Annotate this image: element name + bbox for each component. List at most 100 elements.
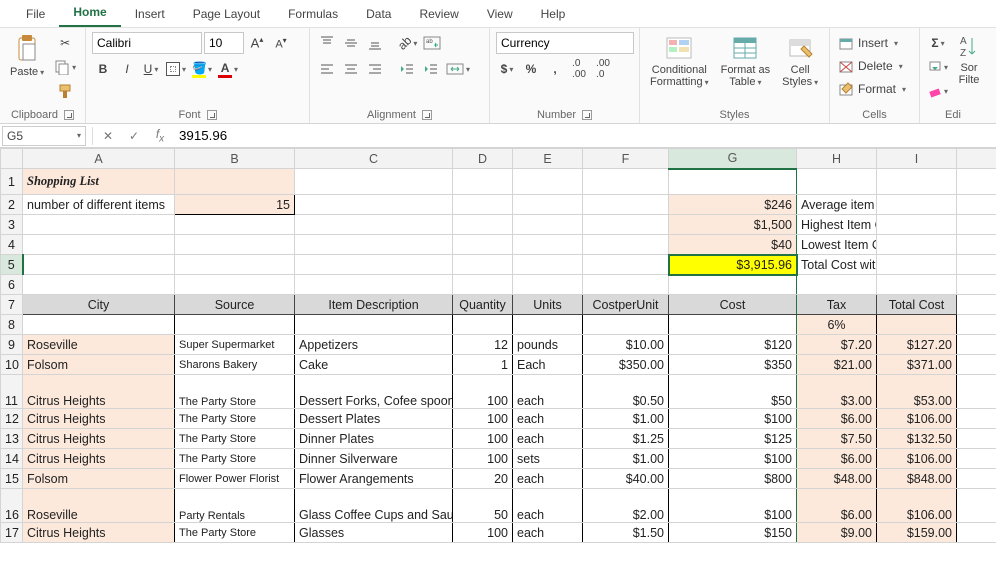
cell[interactable]: $7.20	[797, 335, 877, 355]
cell[interactable]: $159.00	[877, 523, 957, 543]
row-header[interactable]: 3	[1, 215, 23, 235]
cell[interactable]: $1.00	[583, 449, 669, 469]
cut-button[interactable]: ✂	[52, 32, 78, 54]
cell[interactable]: $106.00	[877, 409, 957, 429]
cell-h5[interactable]: Total Cost with Tax	[797, 255, 877, 275]
number-format-select[interactable]	[496, 32, 634, 54]
cell[interactable]: Citrus Heights	[23, 429, 175, 449]
cell[interactable]: $1.25	[583, 429, 669, 449]
percent-format-button[interactable]: %	[520, 58, 542, 80]
row-header[interactable]: 7	[1, 295, 23, 315]
tab-help[interactable]: Help	[527, 1, 580, 27]
cell[interactable]: $1.50	[583, 523, 669, 543]
formula-input[interactable]	[173, 126, 996, 146]
cell[interactable]: each	[513, 489, 583, 523]
cell[interactable]: 1	[453, 355, 513, 375]
cell[interactable]: $106.00	[877, 449, 957, 469]
row-header[interactable]: 2	[1, 195, 23, 215]
tab-insert[interactable]: Insert	[121, 1, 179, 27]
cell[interactable]: Roseville	[23, 335, 175, 355]
tab-review[interactable]: Review	[405, 1, 472, 27]
table-header-cost[interactable]: Cost	[669, 295, 797, 315]
cell[interactable]: each	[513, 375, 583, 409]
tab-view[interactable]: View	[473, 1, 527, 27]
cell[interactable]: Dessert Forks, Cofee spoons	[295, 375, 453, 409]
cell[interactable]: $132.50	[877, 429, 957, 449]
delete-cells-button[interactable]: Delete▾	[836, 55, 905, 77]
format-painter-button[interactable]	[52, 80, 78, 102]
row-header[interactable]: 12	[1, 409, 23, 429]
fx-button[interactable]: fx	[147, 127, 173, 144]
cell[interactable]: $50	[669, 375, 797, 409]
format-cells-button[interactable]: Format▾	[836, 78, 908, 100]
row-header[interactable]: 6	[1, 275, 23, 295]
cell[interactable]: Glasses	[295, 523, 453, 543]
cell[interactable]: each	[513, 429, 583, 449]
cell[interactable]: $53.00	[877, 375, 957, 409]
row-header[interactable]: 9	[1, 335, 23, 355]
bold-button[interactable]: B	[92, 58, 114, 80]
cell-g3[interactable]: $1,500	[669, 215, 797, 235]
cell-h2[interactable]: Average item cost	[797, 195, 877, 215]
cell[interactable]: 12	[453, 335, 513, 355]
cell[interactable]: The Party Store	[175, 375, 295, 409]
cell[interactable]: Folsom	[23, 355, 175, 375]
font-name-select[interactable]	[92, 32, 202, 54]
cell-styles-button[interactable]: Cell Styles▾	[778, 32, 822, 90]
increase-font-button[interactable]: A▴	[246, 32, 268, 54]
spreadsheet-grid[interactable]: A B C D E F G H I 1 Shopping List 2 numb…	[0, 148, 996, 561]
wrap-text-button[interactable]: ab	[421, 32, 443, 54]
cell-b2[interactable]: 15	[175, 195, 295, 215]
cell[interactable]: Flower Arangements	[295, 469, 453, 489]
cell[interactable]: $48.00	[797, 469, 877, 489]
cell[interactable]: each	[513, 523, 583, 543]
cell[interactable]: Folsom	[23, 469, 175, 489]
cell[interactable]: 20	[453, 469, 513, 489]
cell[interactable]: sets	[513, 449, 583, 469]
cell[interactable]: $40.00	[583, 469, 669, 489]
alignment-dialog-launcher[interactable]	[422, 110, 432, 120]
table-header-desc[interactable]: Item Description	[295, 295, 453, 315]
copy-button[interactable]: ▾	[52, 56, 78, 78]
cell-h4[interactable]: Lowest Item Cost	[797, 235, 877, 255]
cell[interactable]: $1.00	[583, 409, 669, 429]
cell[interactable]: $150	[669, 523, 797, 543]
number-dialog-launcher[interactable]	[582, 110, 592, 120]
table-header-cpu[interactable]: CostperUnit	[583, 295, 669, 315]
cell[interactable]: $10.00	[583, 335, 669, 355]
cell[interactable]: pounds	[513, 335, 583, 355]
font-size-select[interactable]	[204, 32, 244, 54]
table-header-total[interactable]: Total Cost	[877, 295, 957, 315]
cell[interactable]: The Party Store	[175, 449, 295, 469]
decrease-font-button[interactable]: A▾	[270, 32, 292, 54]
cell[interactable]: Each	[513, 355, 583, 375]
orientation-button[interactable]: ab▾	[396, 32, 419, 54]
tab-page-layout[interactable]: Page Layout	[179, 1, 274, 27]
col-header-h[interactable]: H	[797, 149, 877, 169]
tab-home[interactable]: Home	[59, 0, 120, 27]
col-header-i[interactable]: I	[877, 149, 957, 169]
row-header[interactable]: 10	[1, 355, 23, 375]
cell[interactable]: 100	[453, 409, 513, 429]
col-header-a[interactable]: A	[23, 149, 175, 169]
cell[interactable]: $127.20	[877, 335, 957, 355]
cell[interactable]: $9.00	[797, 523, 877, 543]
cell[interactable]: $6.00	[797, 449, 877, 469]
cell[interactable]: 100	[453, 429, 513, 449]
italic-button[interactable]: I	[116, 58, 138, 80]
row-header[interactable]: 17	[1, 523, 23, 543]
cell[interactable]: $2.00	[583, 489, 669, 523]
row-header[interactable]: 4	[1, 235, 23, 255]
row-header[interactable]: 16	[1, 489, 23, 523]
col-header-g[interactable]: G	[669, 149, 797, 169]
cell-g4[interactable]: $40	[669, 235, 797, 255]
cell-g2[interactable]: $246	[669, 195, 797, 215]
table-header-tax[interactable]: Tax	[797, 295, 877, 315]
cell-a2[interactable]: number of different items	[23, 195, 175, 215]
row-header[interactable]: 15	[1, 469, 23, 489]
cell[interactable]: Dessert Plates	[295, 409, 453, 429]
cell[interactable]: Super Supermarket	[175, 335, 295, 355]
cell[interactable]: $371.00	[877, 355, 957, 375]
cell-g5[interactable]: $3,915.96	[669, 255, 797, 275]
conditional-formatting-button[interactable]: Conditional Formatting▾	[646, 32, 713, 90]
